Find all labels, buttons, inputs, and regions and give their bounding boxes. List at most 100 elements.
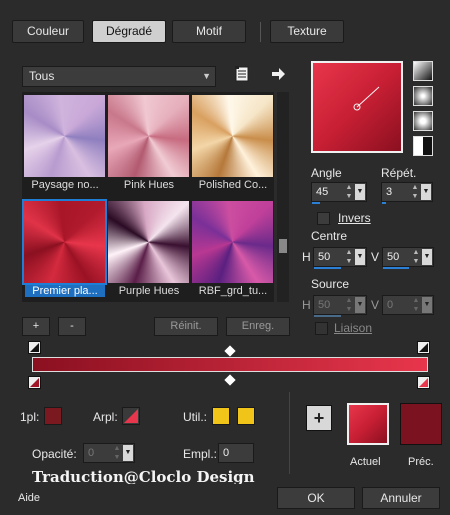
gradient-preview[interactable] [311, 61, 403, 153]
midpoint-marker-top[interactable] [224, 345, 236, 357]
center-label: Centre [311, 229, 348, 243]
reset-button[interactable]: Réinit. [154, 317, 218, 336]
center-h-slider[interactable] [314, 267, 341, 269]
center-v-label: V [371, 250, 380, 264]
cancel-button[interactable]: Annuler [362, 487, 440, 509]
ok-button[interactable]: OK [277, 487, 355, 509]
chevron-down-icon[interactable]: ▼ [123, 445, 133, 461]
tab-texture[interactable]: Texture [270, 20, 344, 43]
foreground-label: 1pl: [20, 410, 40, 424]
repeat-slider[interactable] [382, 202, 386, 204]
foreground-stop-swatch[interactable] [44, 407, 62, 425]
midpoint-marker-bottom[interactable] [224, 374, 236, 386]
scrollbar-thumb[interactable] [279, 239, 287, 253]
radial-style-icon[interactable] [413, 136, 433, 156]
rectangular-style-icon[interactable] [413, 86, 433, 106]
add-gradient-button[interactable]: + [22, 317, 50, 336]
source-v-value: 0 [387, 299, 394, 311]
gradient-name: Premier pla... [25, 285, 105, 297]
spinner-arrows-icon[interactable]: ▲ ▼ [410, 183, 420, 201]
center-v-slider[interactable] [383, 267, 409, 269]
user-color-swatch-2[interactable] [237, 407, 255, 425]
repeat-input[interactable]: 3 ▲ ▼ ▼ [381, 182, 433, 204]
chevron-down-icon[interactable]: ▼ [422, 297, 432, 313]
background-label: Arpl: [93, 410, 118, 424]
save-gradient-button[interactable]: Enreg. [226, 317, 290, 336]
previous-swatch[interactable] [400, 403, 442, 445]
tab-degrade[interactable]: Dégradé [92, 20, 166, 43]
gradient-bar[interactable] [32, 357, 428, 372]
spinner-arrows-icon[interactable]: ▲ ▼ [411, 296, 421, 314]
source-h-label: H [302, 298, 311, 312]
gradient-name: Purple Hues [118, 285, 180, 297]
background-stop-swatch[interactable] [122, 407, 140, 425]
invert-checkbox[interactable] [317, 212, 330, 225]
center-v-input[interactable]: 50 ▲ ▼ ▼ [382, 247, 434, 269]
chevron-down-icon[interactable]: ▼ [355, 297, 365, 313]
gradient-item[interactable]: Polished Co... [191, 94, 275, 191]
color-stop-handle-left[interactable] [28, 341, 41, 354]
spinner-arrows-icon[interactable]: ▲ ▼ [112, 444, 122, 462]
sunburst-style-icon[interactable] [413, 111, 433, 131]
dialog-footer: Aide OK Annuler [0, 484, 450, 515]
chevron-down-icon[interactable]: ▼ [421, 184, 431, 200]
arrow-right-icon[interactable] [270, 66, 286, 82]
gradient-thumbnail [192, 95, 273, 177]
position-input[interactable]: 0 [218, 443, 254, 463]
opacity-value: 0 [88, 447, 95, 459]
spinner-arrows-icon[interactable]: ▲ ▼ [411, 248, 421, 266]
gradient-thumbnail [192, 201, 273, 283]
current-label: Actuel [350, 456, 381, 468]
spinner-arrows-icon[interactable]: ▲ ▼ [344, 248, 354, 266]
opacity-label: Opacité: [32, 447, 77, 461]
position-label: Empl.: [183, 447, 218, 461]
gradient-scrollbar[interactable] [277, 92, 289, 302]
angle-handle-icon[interactable] [313, 63, 401, 151]
transparency-stop-left[interactable] [28, 376, 41, 389]
chevron-down-icon[interactable]: ▼ [355, 249, 365, 265]
linear-style-icon[interactable] [413, 61, 433, 81]
angle-slider[interactable] [312, 202, 320, 204]
gradient-name: Polished Co... [198, 179, 268, 191]
current-swatch[interactable] [347, 403, 389, 445]
panel-divider [289, 392, 290, 474]
gradient-name: RBF_grd_tu... [198, 285, 268, 297]
link-checkbox[interactable] [315, 322, 328, 335]
center-h-input[interactable]: 50 ▲ ▼ ▼ [313, 247, 367, 269]
tab-motif[interactable]: Motif [172, 20, 246, 43]
spinner-arrows-icon[interactable]: ▲ ▼ [344, 183, 354, 201]
user-color-swatch-1[interactable] [212, 407, 230, 425]
position-value: 0 [223, 447, 230, 459]
angle-label: Angle [311, 166, 342, 180]
source-v-input[interactable]: 0 ▲ ▼ ▼ [382, 295, 434, 315]
previous-label: Préc. [408, 456, 434, 468]
gradient-item[interactable]: Purple Hues [107, 200, 191, 297]
remove-gradient-button[interactable]: - [58, 317, 86, 336]
source-label: Source [311, 277, 350, 291]
source-h-input[interactable]: 50 ▲ ▼ ▼ [313, 295, 367, 317]
help-button[interactable]: Aide [18, 492, 40, 504]
category-select[interactable]: Tous ▼ [22, 66, 216, 87]
angle-input[interactable]: 45 ▲ ▼ ▼ [311, 182, 367, 204]
color-stop-handle-right[interactable] [417, 341, 430, 354]
chevron-down-icon[interactable]: ▼ [355, 184, 365, 200]
opacity-input[interactable]: 0 ▲ ▼ ▼ [83, 443, 135, 463]
spinner-arrows-icon[interactable]: ▲ ▼ [344, 296, 354, 314]
gradient-item-selected[interactable]: Premier pla... [22, 199, 107, 297]
source-h-slider[interactable] [314, 315, 341, 317]
gradient-item[interactable]: Pink Hues [107, 94, 191, 191]
center-h-value: 50 [318, 251, 331, 263]
chevron-down-icon[interactable]: ▼ [422, 249, 432, 265]
tab-couleur[interactable]: Couleur [12, 20, 84, 43]
gradient-item[interactable]: RBF_grd_tu... [191, 200, 275, 297]
transparency-stop-right[interactable] [417, 376, 430, 389]
document-list-icon[interactable] [234, 66, 250, 82]
gradient-thumbnail [108, 95, 189, 177]
invert-label: Invers [338, 211, 371, 225]
gradient-name: Paysage no... [31, 179, 99, 191]
source-v-label: V [371, 298, 380, 312]
gradient-thumbnail [22, 199, 107, 285]
gradient-item[interactable]: Paysage no... [23, 94, 107, 191]
add-swatch-button[interactable]: + [306, 405, 332, 431]
gradient-thumbnail [108, 201, 189, 283]
